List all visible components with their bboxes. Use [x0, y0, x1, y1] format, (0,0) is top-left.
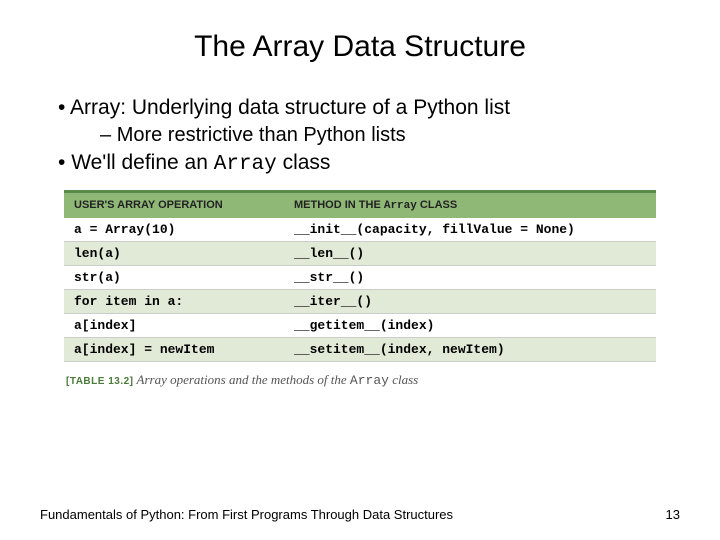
table-row: str(a) __str__() — [64, 266, 656, 290]
cell-method: __len__() — [294, 246, 646, 261]
table-caption: [TABLE 13.2] Array operations and the me… — [66, 372, 654, 388]
cell-op: for item in a: — [74, 294, 294, 309]
cell-method: __getitem__(index) — [294, 318, 646, 333]
page-number: 13 — [666, 507, 680, 522]
cell-op: a = Array(10) — [74, 222, 294, 237]
cell-method: __iter__() — [294, 294, 646, 309]
caption-tag: [TABLE 13.2] — [66, 376, 134, 387]
table-row: a[index] = newItem __setitem__(index, ne… — [64, 338, 656, 362]
caption-code: Array — [350, 373, 389, 388]
slide-footer: Fundamentals of Python: From First Progr… — [40, 507, 680, 522]
cell-method: __setitem__(index, newItem) — [294, 342, 646, 357]
col-header-operation: USER'S ARRAY OPERATION — [74, 199, 294, 212]
bullet-2: We'll define an Array class — [58, 151, 680, 176]
footer-left: Fundamentals of Python: From First Progr… — [40, 507, 453, 522]
operations-table: USER'S ARRAY OPERATION METHOD IN THE Arr… — [64, 190, 656, 362]
table-body: a = Array(10) __init__(capacity, fillVal… — [64, 218, 656, 362]
page-title: The Array Data Structure — [40, 30, 680, 64]
col-header-method: METHOD IN THE Array CLASS — [294, 199, 646, 212]
table-header-row: USER'S ARRAY OPERATION METHOD IN THE Arr… — [64, 190, 656, 218]
caption-post: class — [389, 372, 418, 387]
col-header-method-text2: CLASS — [417, 199, 457, 211]
bullet-1: Array: Underlying data structure of a Py… — [58, 96, 680, 120]
cell-op: a[index] — [74, 318, 294, 333]
cell-op: str(a) — [74, 270, 294, 285]
table-row: a = Array(10) __init__(capacity, fillVal… — [64, 218, 656, 242]
caption-pre: Array operations and the methods of the — [134, 372, 350, 387]
sub-bullet-1: More restrictive than Python lists — [100, 124, 680, 147]
cell-method: __str__() — [294, 270, 646, 285]
bullet-2-pre: We'll define an — [71, 151, 214, 174]
col-header-method-text: METHOD IN THE — [294, 199, 384, 211]
bullet-2-code: Array — [214, 153, 277, 176]
cell-op: a[index] = newItem — [74, 342, 294, 357]
cell-method: __init__(capacity, fillValue = None) — [294, 222, 646, 237]
table-row: a[index] __getitem__(index) — [64, 314, 656, 338]
bullet-2-post: class — [277, 151, 331, 174]
bullet-list: Array: Underlying data structure of a Py… — [40, 96, 680, 176]
cell-op: len(a) — [74, 246, 294, 261]
table-row: len(a) __len__() — [64, 242, 656, 266]
table-row: for item in a: __iter__() — [64, 290, 656, 314]
col-header-method-code: Array — [384, 200, 417, 212]
